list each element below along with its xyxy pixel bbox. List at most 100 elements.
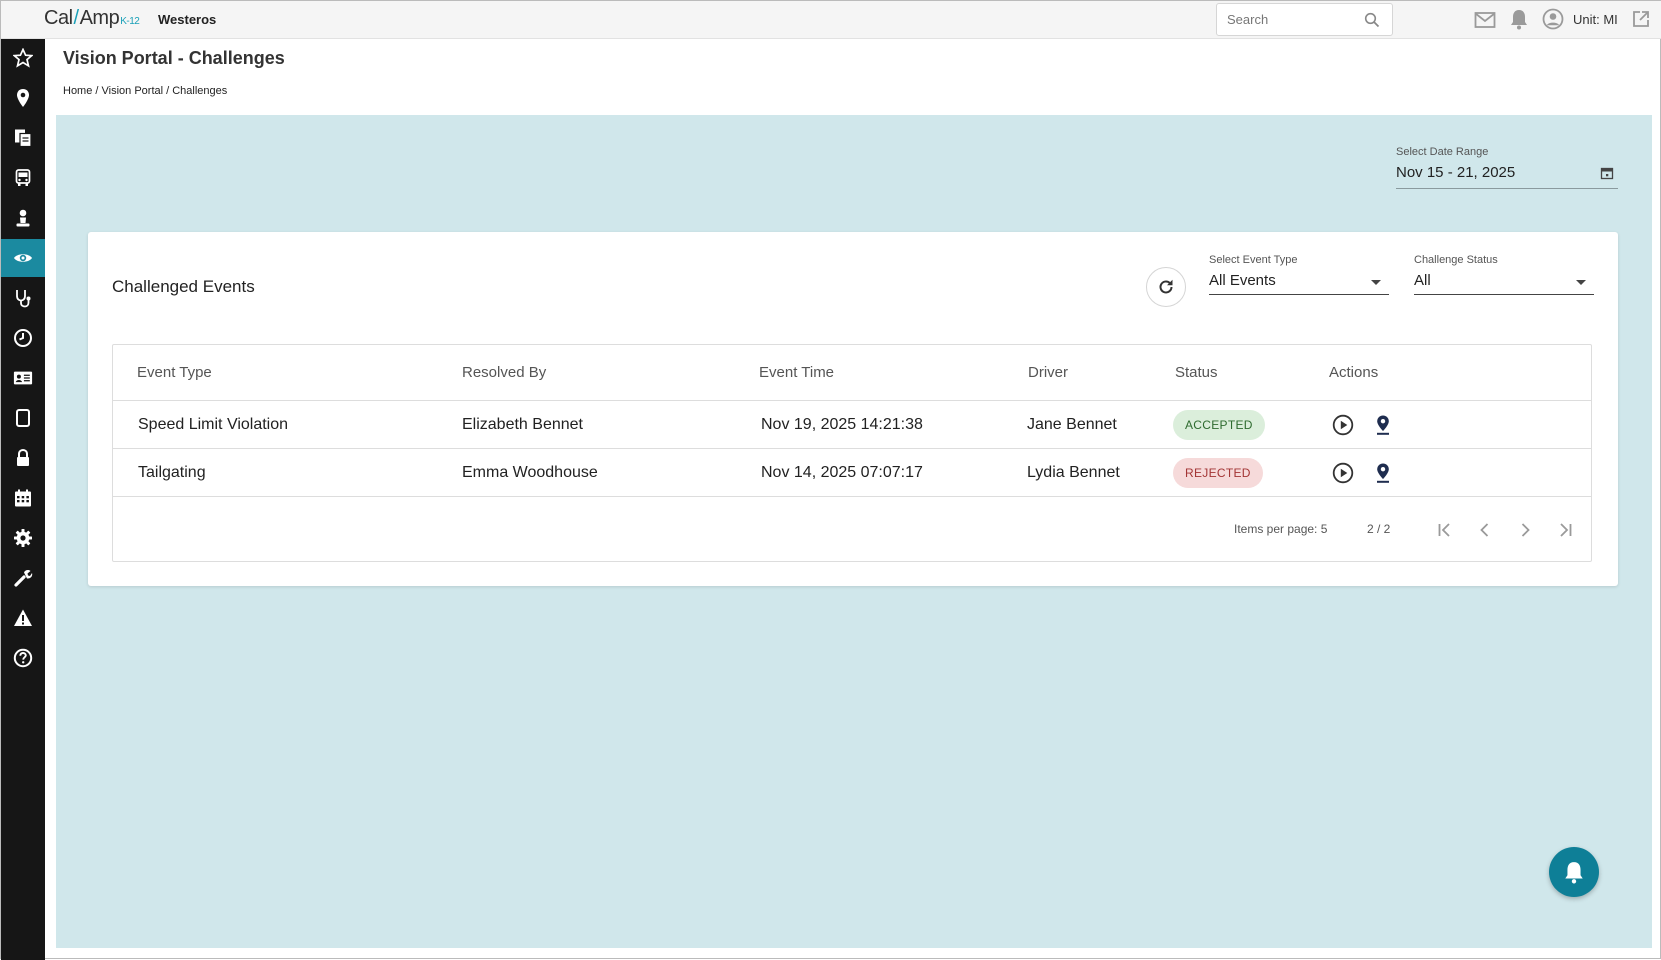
notifications-fab-button[interactable] (1549, 847, 1599, 897)
tablet-icon (16, 409, 30, 427)
sidebar-item-alerts[interactable] (1, 599, 45, 637)
refresh-icon (1159, 279, 1173, 294)
map-pin-icon (17, 89, 29, 107)
event-type-label: Select Event Type (1209, 254, 1298, 266)
previous-page-button[interactable] (1473, 518, 1497, 542)
cell-event-type: Tailgating (138, 464, 206, 481)
sidebar-item-security[interactable] (1, 439, 45, 477)
calendar-icon[interactable] (1600, 166, 1614, 180)
stethoscope-icon (16, 290, 31, 308)
sidebar-item-vision-portal[interactable] (1, 239, 45, 277)
table-header: Event Type Resolved By Event Time Driver… (113, 345, 1591, 401)
first-page-button[interactable] (1433, 518, 1457, 542)
refresh-button[interactable] (1146, 267, 1186, 307)
page-range-label: 2 / 2 (1367, 522, 1391, 536)
logo-subtext: K-12 (120, 16, 140, 27)
paginator: Items per page: 5 2 / 2 (113, 510, 1591, 550)
sidebar (1, 39, 45, 960)
play-video-icon[interactable] (1332, 414, 1354, 436)
help-icon (13, 648, 33, 668)
search-icon[interactable] (1364, 12, 1380, 28)
bell-icon (1565, 862, 1583, 884)
table-row[interactable]: Tailgating Emma Woodhouse Nov 14, 2025 0… (113, 449, 1591, 497)
first-page-icon (1438, 523, 1450, 537)
clock-icon (14, 329, 32, 347)
sidebar-item-settings[interactable] (1, 519, 45, 557)
sidebar-item-help[interactable] (1, 639, 45, 677)
sidebar-item-documents[interactable] (1, 119, 45, 157)
logo-slash: / (73, 7, 80, 29)
date-range-picker[interactable]: Select Date Range Nov 15 - 21, 2025 (1396, 146, 1618, 189)
column-header-event-time[interactable]: Event Time (759, 364, 834, 381)
cell-event-time: Nov 19, 2025 14:21:38 (761, 416, 923, 433)
column-header-resolved-by[interactable]: Resolved By (462, 364, 546, 381)
cell-driver: Lydia Bennet (1027, 464, 1120, 481)
card-title: Challenged Events (112, 277, 255, 296)
items-per-page-label[interactable]: Items per page: 5 (1234, 522, 1327, 536)
status-badge: ACCEPTED (1173, 410, 1265, 440)
app-window: Cal/AmpK-12 Westeros Unit: MI (0, 0, 1661, 960)
top-bar: Cal/AmpK-12 Westeros Unit: MI (1, 1, 1661, 39)
challenge-status-value[interactable]: All (1414, 272, 1594, 289)
sidebar-item-tools[interactable] (1, 559, 45, 597)
bell-icon[interactable] (1509, 8, 1529, 30)
eye-icon (14, 254, 32, 262)
chevron-down-icon[interactable] (1371, 280, 1381, 285)
status-badge: REJECTED (1173, 458, 1263, 488)
warning-icon (14, 609, 32, 626)
page-title: Vision Portal - Challenges (63, 48, 285, 68)
documents-icon (15, 129, 32, 148)
event-type-value[interactable]: All Events (1209, 272, 1389, 289)
challenged-events-card: Challenged Events Select Event Type All … (88, 232, 1618, 586)
gear-icon (14, 529, 32, 547)
breadcrumb[interactable]: Home / Vision Portal / Challenges (63, 85, 227, 97)
star-icon (13, 48, 33, 68)
cell-resolved-by: Emma Woodhouse (462, 464, 598, 481)
challenge-status-select[interactable]: Challenge Status All (1414, 254, 1594, 295)
external-link-icon[interactable] (1631, 9, 1651, 29)
sidebar-item-health[interactable] (1, 279, 45, 317)
unit-label[interactable]: Unit: MI (1573, 12, 1618, 27)
search-input[interactable] (1217, 4, 1357, 35)
chevron-down-icon[interactable] (1576, 280, 1586, 285)
lock-icon (17, 448, 29, 466)
column-header-status[interactable]: Status (1175, 364, 1218, 381)
organization-name[interactable]: Westeros (158, 12, 216, 27)
sidebar-item-history[interactable] (1, 319, 45, 357)
sidebar-item-map[interactable] (1, 79, 45, 117)
calamp-logo[interactable]: Cal/AmpK-12 (44, 7, 140, 30)
table-row[interactable]: Speed Limit Violation Elizabeth Bennet N… (113, 401, 1591, 449)
events-table: Event Type Resolved By Event Time Driver… (112, 344, 1592, 562)
chevron-left-icon (1480, 523, 1489, 537)
cell-resolved-by: Elizabeth Bennet (462, 416, 583, 433)
sidebar-item-vehicles[interactable] (1, 159, 45, 197)
column-header-event-type[interactable]: Event Type (137, 364, 212, 381)
bus-icon (15, 169, 31, 186)
sidebar-item-drivers[interactable] (1, 199, 45, 237)
date-range-label: Select Date Range (1396, 146, 1489, 158)
sidebar-item-devices[interactable] (1, 399, 45, 437)
next-page-button[interactable] (1513, 518, 1537, 542)
location-pin-icon[interactable] (1372, 414, 1394, 436)
sidebar-item-contacts[interactable] (1, 359, 45, 397)
location-pin-icon[interactable] (1372, 462, 1394, 484)
date-range-value[interactable]: Nov 15 - 21, 2025 (1396, 164, 1618, 181)
cell-event-time: Nov 14, 2025 07:07:17 (761, 464, 923, 481)
last-page-icon (1560, 523, 1572, 537)
play-video-icon[interactable] (1332, 462, 1354, 484)
sidebar-item-calendar[interactable] (1, 479, 45, 517)
sidebar-item-favorites[interactable] (1, 39, 45, 77)
person-icon (16, 209, 30, 227)
wrench-icon (14, 570, 33, 587)
last-page-button[interactable] (1553, 518, 1577, 542)
search-box[interactable] (1216, 3, 1393, 36)
user-avatar-icon[interactable] (1542, 8, 1564, 30)
event-type-select[interactable]: Select Event Type All Events (1209, 254, 1389, 295)
cell-driver: Jane Bennet (1027, 416, 1117, 433)
column-header-actions: Actions (1329, 364, 1379, 381)
id-card-icon (13, 371, 33, 385)
column-header-driver[interactable]: Driver (1028, 364, 1068, 381)
challenge-status-label: Challenge Status (1414, 254, 1498, 266)
calendar-icon (15, 489, 31, 507)
mail-icon[interactable] (1474, 10, 1496, 30)
